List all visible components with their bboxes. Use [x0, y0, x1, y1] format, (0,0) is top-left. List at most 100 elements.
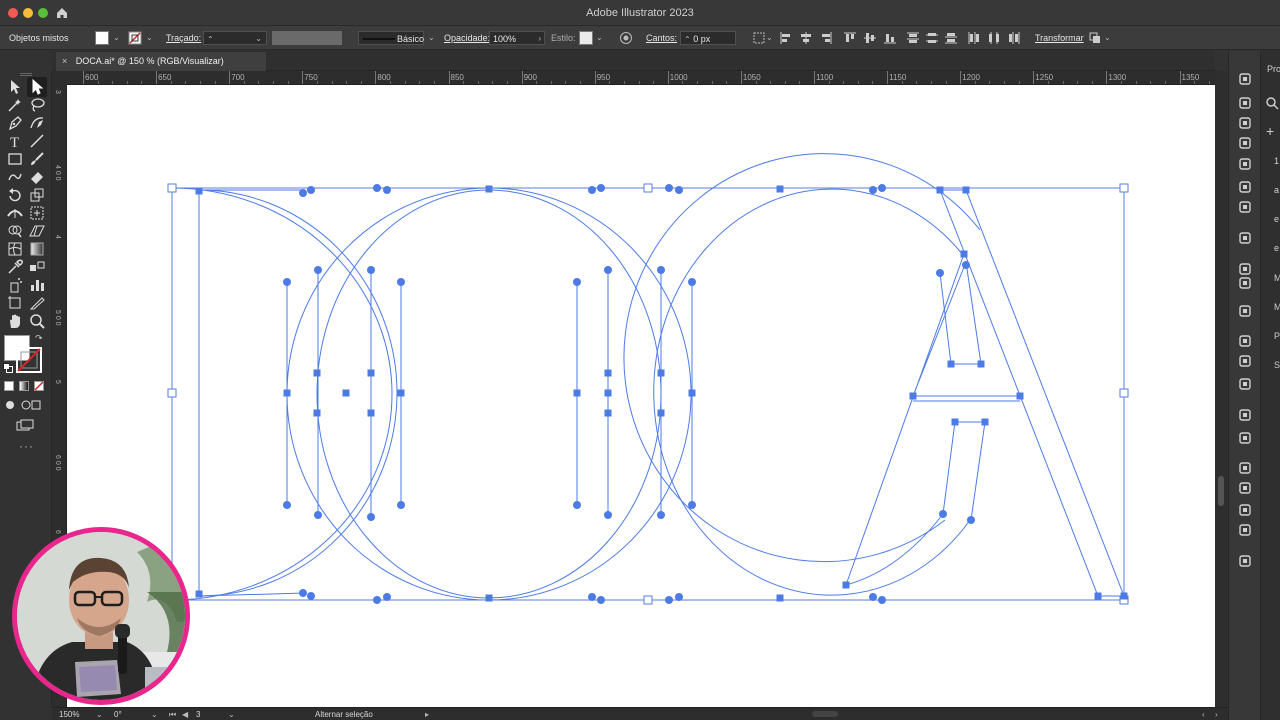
distribute-top-icon[interactable]	[906, 31, 920, 45]
anchor-point[interactable]	[195, 590, 203, 598]
anchor-point[interactable]	[776, 185, 784, 193]
ruler-corner[interactable]	[52, 71, 67, 85]
change-screen-mode-icon[interactable]	[16, 419, 34, 431]
anchor-point[interactable]	[936, 186, 944, 194]
gradient-panel-icon[interactable]	[1237, 157, 1253, 171]
artboards-panel-icon[interactable]	[1237, 431, 1253, 445]
previous-artboard-icon[interactable]: ◀	[182, 710, 188, 719]
stroke-dropdown-icon[interactable]: ⌄	[146, 31, 153, 45]
stroke-weight-field[interactable]: ⌃ ⌄	[203, 31, 267, 45]
edit-toolbar-icon[interactable]: ···	[19, 439, 34, 453]
artboard-canvas[interactable]	[67, 85, 1215, 707]
lasso-icon[interactable]	[28, 96, 46, 114]
pages-panel-icon[interactable]	[1237, 523, 1253, 537]
symbols-panel-icon[interactable]	[1237, 304, 1253, 318]
paintbrush-icon[interactable]	[28, 150, 46, 168]
opacity-field[interactable]: 100% ›	[489, 31, 545, 45]
gradient-mode-icon[interactable]	[19, 381, 29, 391]
anchor-point[interactable]	[1094, 592, 1102, 600]
align-panel-icon[interactable]	[1237, 334, 1253, 348]
document-tab[interactable]: × DOCA.ai* @ 150 % (RGB/Visualizar)	[56, 52, 266, 71]
search-icon[interactable]	[1265, 96, 1279, 110]
anchor-point[interactable]	[283, 389, 291, 397]
artboard-dropdown-icon[interactable]: ⌄	[228, 710, 235, 719]
first-artboard-icon[interactable]: ⏮	[169, 710, 176, 720]
graph-icon[interactable]	[28, 276, 46, 294]
anchor-point[interactable]	[604, 389, 612, 397]
anchor-point[interactable]	[604, 369, 612, 377]
color-mode-icon[interactable]	[4, 381, 14, 391]
anchor-point[interactable]	[367, 409, 375, 417]
anchor-point[interactable]	[367, 369, 375, 377]
align-to-icon[interactable]	[752, 31, 766, 45]
gradient-icon[interactable]	[28, 240, 46, 258]
corners-field[interactable]: ⌃ 0 px	[680, 31, 736, 45]
anchor-point[interactable]	[960, 250, 968, 258]
character-panel-icon[interactable]	[1237, 200, 1253, 214]
properties-panel-icon[interactable]	[1237, 116, 1253, 130]
control-handle[interactable]	[665, 184, 673, 192]
anchor-point[interactable]	[977, 360, 985, 368]
anchor-point[interactable]	[573, 389, 581, 397]
letter-d-edge-path[interactable]	[198, 592, 306, 597]
perspective-icon[interactable]	[28, 222, 46, 240]
free-transform-icon[interactable]	[28, 204, 46, 222]
anchor-point[interactable]	[397, 389, 405, 397]
control-handle[interactable]	[665, 596, 673, 604]
anchor-point[interactable]	[951, 418, 959, 426]
eyedropper-icon[interactable]	[6, 258, 24, 276]
handle-line-path[interactable]	[576, 270, 693, 517]
control-handle[interactable]	[573, 278, 581, 286]
control-handle[interactable]	[373, 596, 381, 604]
distribute-left-icon[interactable]	[967, 31, 981, 45]
align-to-dropdown-icon[interactable]: ⌄	[766, 31, 773, 45]
stroke-none-swatch-icon[interactable]	[128, 31, 142, 45]
arrange-dropdown-icon[interactable]: ⌄	[1104, 31, 1111, 45]
line-tool-icon[interactable]	[28, 132, 46, 150]
anchor-point[interactable]	[657, 369, 665, 377]
control-handle[interactable]	[367, 513, 375, 521]
control-handle[interactable]	[688, 278, 696, 286]
control-handle[interactable]	[675, 593, 683, 601]
brushes-panel-icon[interactable]	[1237, 408, 1253, 422]
align-right-icon[interactable]	[819, 31, 833, 45]
type-tool-icon[interactable]: T	[6, 132, 24, 150]
stroke-panel-icon[interactable]	[1237, 377, 1253, 391]
letter-c-inner-path[interactable]	[653, 188, 971, 596]
control-handle[interactable]	[962, 261, 970, 269]
handle-line-path[interactable]	[845, 513, 944, 586]
control-handle[interactable]	[604, 266, 612, 274]
distribute-right-icon[interactable]	[1007, 31, 1021, 45]
shaper-icon[interactable]	[6, 168, 24, 186]
control-handle[interactable]	[314, 266, 322, 274]
control-handle[interactable]	[314, 511, 322, 519]
artboard-number[interactable]: 3	[196, 710, 200, 719]
control-handle[interactable]	[307, 186, 315, 194]
control-handle[interactable]	[588, 593, 596, 601]
hand-icon[interactable]	[6, 312, 24, 330]
control-handle[interactable]	[573, 501, 581, 509]
panel-grip[interactable]	[20, 73, 32, 76]
align-bottom-icon[interactable]	[883, 31, 897, 45]
distribute-bottom-icon[interactable]	[944, 31, 958, 45]
control-handle[interactable]	[675, 186, 683, 194]
pathfinder-panel-icon[interactable]	[1237, 136, 1253, 150]
eraser-icon[interactable]	[28, 168, 46, 186]
control-handle[interactable]	[967, 516, 975, 524]
anchor-point[interactable]	[313, 409, 321, 417]
letter-a-left-stroke-path[interactable]	[845, 253, 967, 586]
pen-tool-icon[interactable]	[6, 114, 24, 132]
layers-panel-icon[interactable]	[1237, 481, 1253, 495]
scroll-right-icon[interactable]: ›	[1215, 710, 1218, 719]
letter-d-bowl-path[interactable]	[198, 189, 398, 597]
control-handle[interactable]	[367, 266, 375, 274]
links-panel-icon[interactable]	[1237, 503, 1253, 517]
distribute-vertical-center-icon[interactable]	[925, 31, 939, 45]
control-handle[interactable]	[597, 596, 605, 604]
control-handle[interactable]	[397, 501, 405, 509]
control-handle[interactable]	[383, 186, 391, 194]
control-handle[interactable]	[588, 186, 596, 194]
symbol-sprayer-icon[interactable]	[6, 276, 24, 294]
align-vertical-center-icon[interactable]	[863, 31, 877, 45]
selection-tool-icon[interactable]	[6, 78, 24, 96]
